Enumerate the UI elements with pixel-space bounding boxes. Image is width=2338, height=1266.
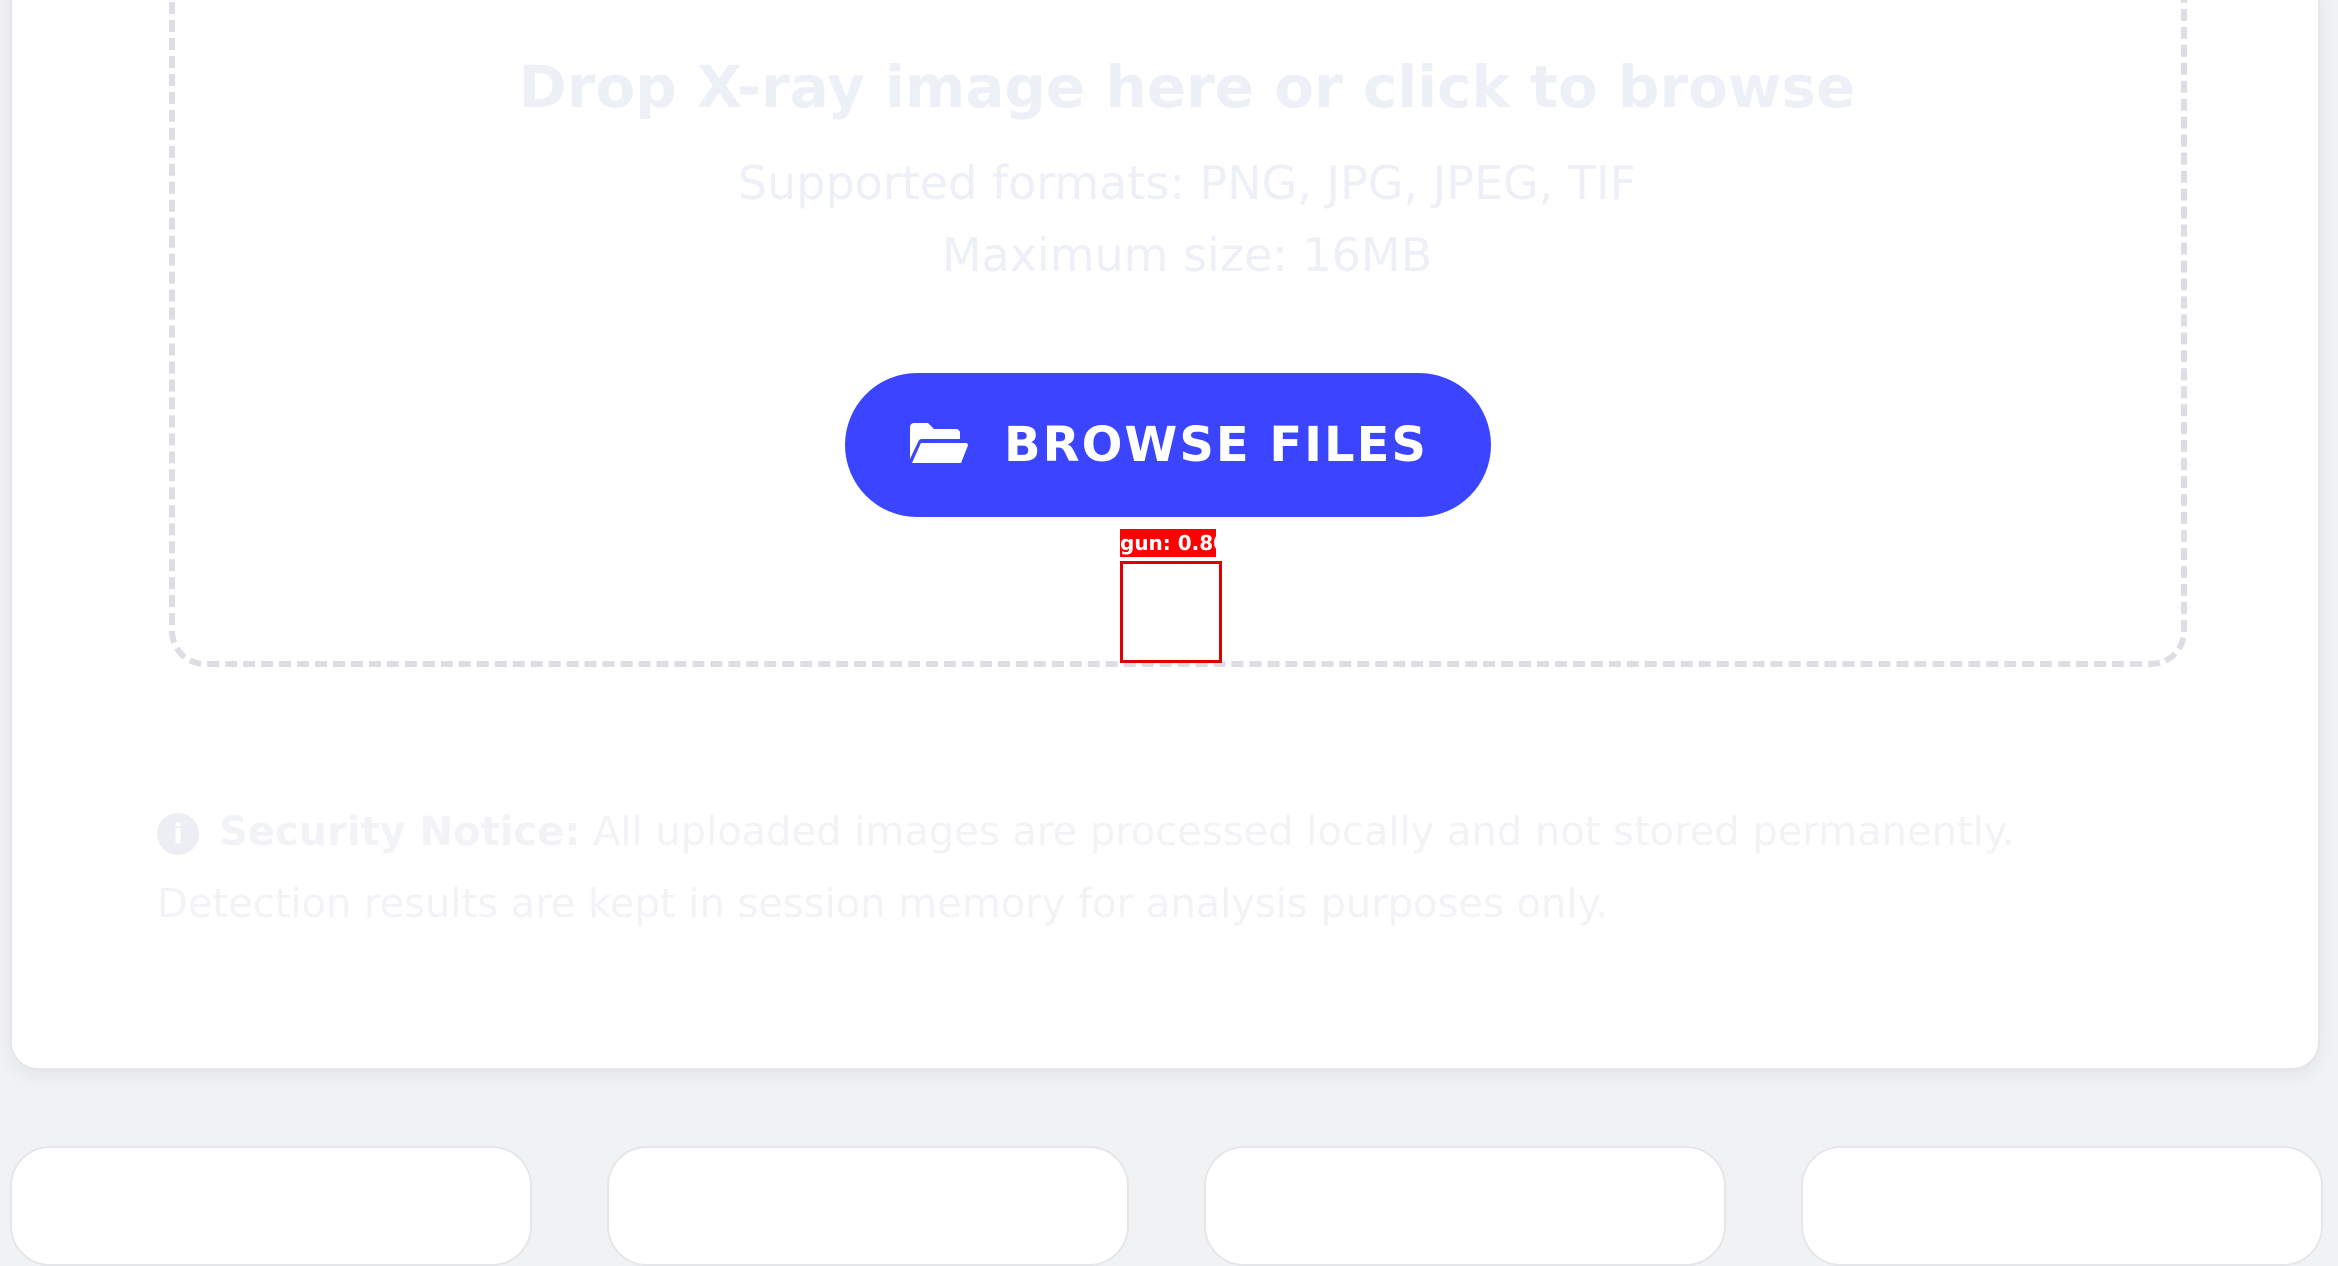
security-notice-heading: Security Notice: bbox=[219, 809, 581, 855]
upload-card: Drop X-ray image here or click to browse… bbox=[10, 0, 2320, 1070]
drop-zone-title: Drop X-ray image here or click to browse bbox=[518, 53, 1856, 121]
detection-bounding-box bbox=[1120, 561, 1222, 663]
browse-files-label: BROWSE FILES bbox=[1004, 417, 1428, 473]
browse-files-button[interactable]: BROWSE FILES bbox=[845, 373, 1491, 517]
folder-open-icon bbox=[908, 419, 969, 471]
detection-label: gun: 0.80 bbox=[1120, 529, 1228, 557]
stat-card bbox=[10, 1146, 532, 1266]
supported-formats-text: Supported formats: PNG, JPG, JPEG, TIF bbox=[737, 156, 1637, 210]
info-icon: i bbox=[157, 813, 199, 855]
security-notice: i Security Notice: All uploaded images ar… bbox=[157, 796, 2117, 940]
max-size-text: Maximum size: 16MB bbox=[941, 228, 1433, 282]
stat-card bbox=[1204, 1146, 1726, 1266]
stat-card bbox=[1801, 1146, 2323, 1266]
stat-card bbox=[607, 1146, 1129, 1266]
